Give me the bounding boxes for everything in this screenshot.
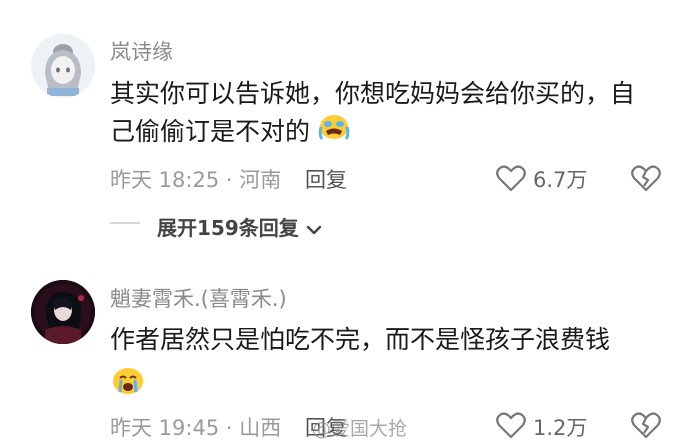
comment-location: 山西 — [239, 416, 282, 440]
dislike-button[interactable] — [631, 411, 661, 439]
comment-text-line-1: 作者居然只是怕吃不完，而不是怪孩子浪费钱 — [110, 325, 611, 354]
comment-text-line-2: 己偷偷订是不对的 — [110, 110, 350, 155]
comment-location: 河南 — [239, 168, 282, 192]
broken-heart-icon — [631, 165, 661, 196]
chevron-down-icon — [306, 216, 322, 240]
like-button[interactable] — [496, 411, 526, 439]
heart-outline-icon — [496, 165, 526, 196]
like-button[interactable] — [496, 164, 526, 192]
divider — [110, 222, 140, 224]
comment-meta: 昨天 19:45 · 山西 — [110, 412, 281, 442]
comment-time: 昨天 18:25 — [110, 168, 220, 192]
like-count: 1.2万 — [533, 416, 588, 440]
username[interactable]: 岚诗缘 — [110, 36, 173, 66]
dislike-button[interactable] — [631, 164, 661, 192]
meta-separator: · — [219, 168, 240, 192]
heart-outline-icon — [496, 412, 526, 443]
broken-heart-icon — [631, 412, 661, 443]
meta-separator: · — [219, 416, 240, 440]
expand-replies-button[interactable]: 展开159条回复 — [157, 212, 322, 241]
comment-time: 昨天 19:45 — [110, 416, 220, 440]
reply-button[interactable]: 回复 — [305, 164, 347, 194]
comment-meta: 昨天 18:25 · 河南 — [110, 164, 281, 194]
expand-replies-label: 展开159条回复 — [157, 216, 299, 240]
watermark: @爱国大抢 — [312, 418, 408, 440]
like-count: 6.7万 — [533, 168, 588, 192]
crying-face-icon — [318, 111, 350, 155]
comment-text-line-2-text: 己偷偷订是不对的 — [110, 117, 311, 146]
avatar[interactable] — [31, 280, 95, 344]
username[interactable]: 魈妻霄禾.(喜霄禾.) — [110, 283, 287, 313]
crying-face-icon — [110, 364, 146, 400]
avatar[interactable] — [31, 34, 95, 98]
